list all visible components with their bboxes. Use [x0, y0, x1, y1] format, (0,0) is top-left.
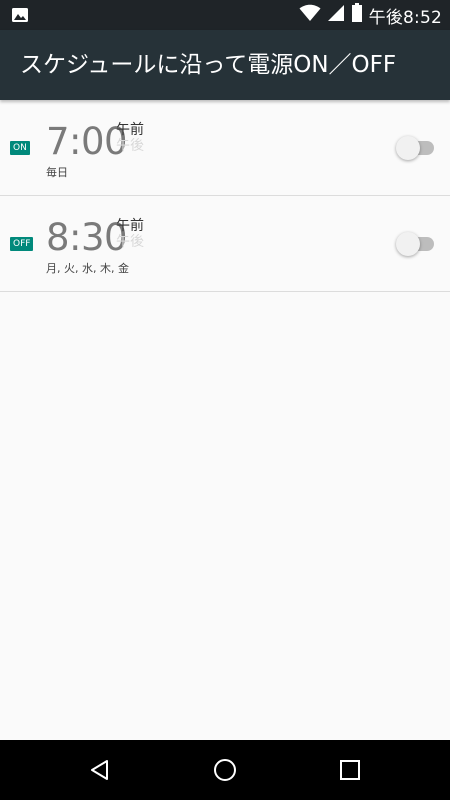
status-badge: ON — [10, 141, 30, 155]
app-bar: スケジュールに沿って電源ON／OFF — [0, 30, 450, 100]
navigation-bar — [0, 740, 450, 800]
schedule-time: 7:00 — [46, 120, 128, 163]
schedule-row[interactable]: ON 7:00 午前 午後 毎日 — [0, 100, 450, 196]
status-icons: 午後8:52 — [299, 0, 442, 30]
status-time: 午後8:52 — [368, 7, 442, 28]
toggle-thumb — [396, 232, 420, 256]
image-icon — [10, 5, 30, 25]
ampm-indicator: 午前 午後 — [116, 218, 144, 250]
status-bar: 午後8:52 — [0, 0, 450, 30]
am-label: 午前 — [116, 218, 144, 234]
home-icon[interactable] — [213, 758, 237, 782]
schedule-days: 毎日 — [46, 166, 68, 179]
screen: 午後8:52 スケジュールに沿って電源ON／OFF ON 7:00 午前 午後 … — [0, 0, 450, 800]
schedule-days: 月, 火, 水, 木, 金 — [46, 262, 129, 275]
pm-label: 午後 — [116, 234, 144, 250]
recents-icon[interactable] — [338, 758, 362, 782]
schedule-toggle[interactable] — [396, 136, 436, 160]
signal-icon — [327, 4, 345, 26]
battery-icon — [351, 3, 363, 27]
schedule-row[interactable]: OFF 8:30 午前 午後 月, 火, 水, 木, 金 — [0, 196, 450, 292]
pm-label: 午後 — [116, 138, 144, 154]
schedule-toggle[interactable] — [396, 232, 436, 256]
schedule-time: 8:30 — [46, 216, 128, 259]
toggle-thumb — [396, 136, 420, 160]
schedule-list: ON 7:00 午前 午後 毎日 OFF 8:30 午前 午後 月, 火, 水,… — [0, 100, 450, 292]
back-icon[interactable] — [88, 758, 112, 782]
am-label: 午前 — [116, 122, 144, 138]
status-badge: OFF — [10, 237, 34, 251]
wifi-icon — [299, 4, 321, 26]
page-title: スケジュールに沿って電源ON／OFF — [20, 52, 397, 78]
ampm-indicator: 午前 午後 — [116, 122, 144, 154]
